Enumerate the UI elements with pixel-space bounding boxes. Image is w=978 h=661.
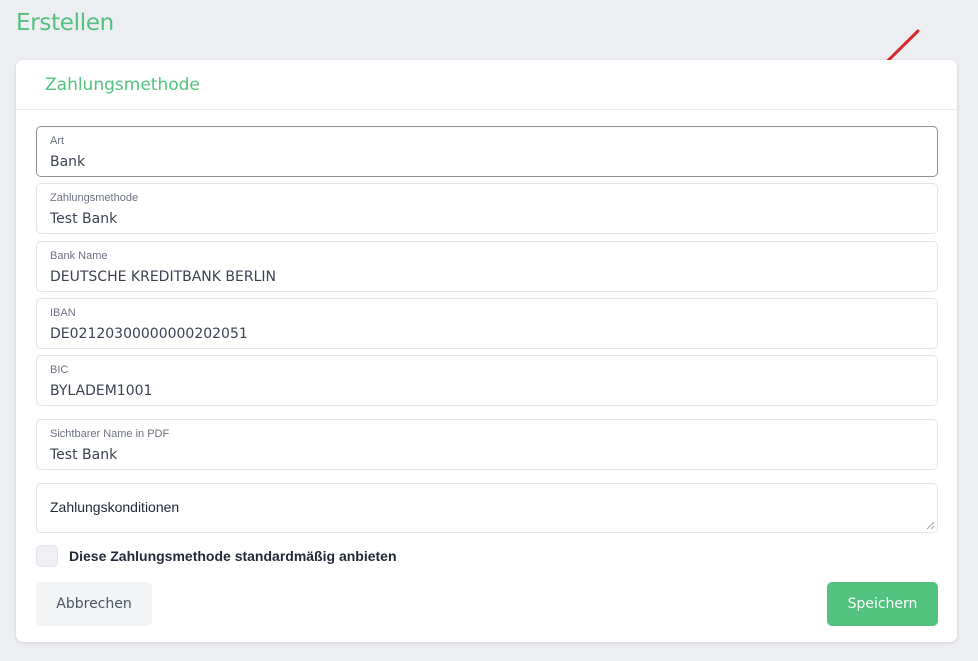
type-select[interactable]: Art Bank (36, 126, 938, 177)
cancel-button[interactable]: Abbrechen (36, 582, 152, 626)
bank-name-label: Bank Name (50, 250, 108, 262)
payment-method-name-label: Zahlungsmethode (50, 192, 139, 204)
pdf-name-field[interactable]: Sichtbarer Name in PDF Test Bank (36, 419, 938, 470)
page-title: Erstellen (16, 10, 114, 36)
default-option-row[interactable]: Diese Zahlungsmethode standardmäßig anbi… (36, 545, 397, 567)
payment-conditions-textarea[interactable]: Zahlungskonditionen (36, 483, 938, 533)
iban-label: IBAN (50, 307, 76, 319)
card-title: Zahlungsmethode (45, 74, 200, 95)
type-label: Art (50, 135, 65, 147)
bic-label: BIC (50, 364, 69, 376)
iban-value: DE02120300000000202051 (50, 326, 248, 342)
bank-name-field[interactable]: Bank Name DEUTSCHE KREDITBANK BERLIN (36, 241, 938, 292)
bic-value: BYLADEM1001 (50, 383, 153, 399)
type-value: Bank (50, 154, 86, 170)
payment-conditions-placeholder: Zahlungskonditionen (50, 499, 180, 515)
default-option-checkbox[interactable] (36, 545, 58, 567)
pdf-name-value: Test Bank (50, 447, 118, 463)
pdf-name-label: Sichtbarer Name in PDF (50, 428, 170, 440)
payment-method-card: Zahlungsmethode Art Bank Zahlungsmethode… (16, 60, 957, 642)
resize-handle-icon[interactable] (926, 521, 935, 530)
bic-field[interactable]: BIC BYLADEM1001 (36, 355, 938, 406)
payment-method-name-value: Test Bank (50, 211, 118, 227)
save-button[interactable]: Speichern (827, 582, 938, 626)
iban-field[interactable]: IBAN DE02120300000000202051 (36, 298, 938, 349)
bank-name-value: DEUTSCHE KREDITBANK BERLIN (50, 269, 276, 285)
default-option-label: Diese Zahlungsmethode standardmäßig anbi… (69, 548, 397, 564)
payment-method-name-field[interactable]: Zahlungsmethode Test Bank (36, 183, 938, 234)
card-header: Zahlungsmethode (16, 60, 957, 110)
